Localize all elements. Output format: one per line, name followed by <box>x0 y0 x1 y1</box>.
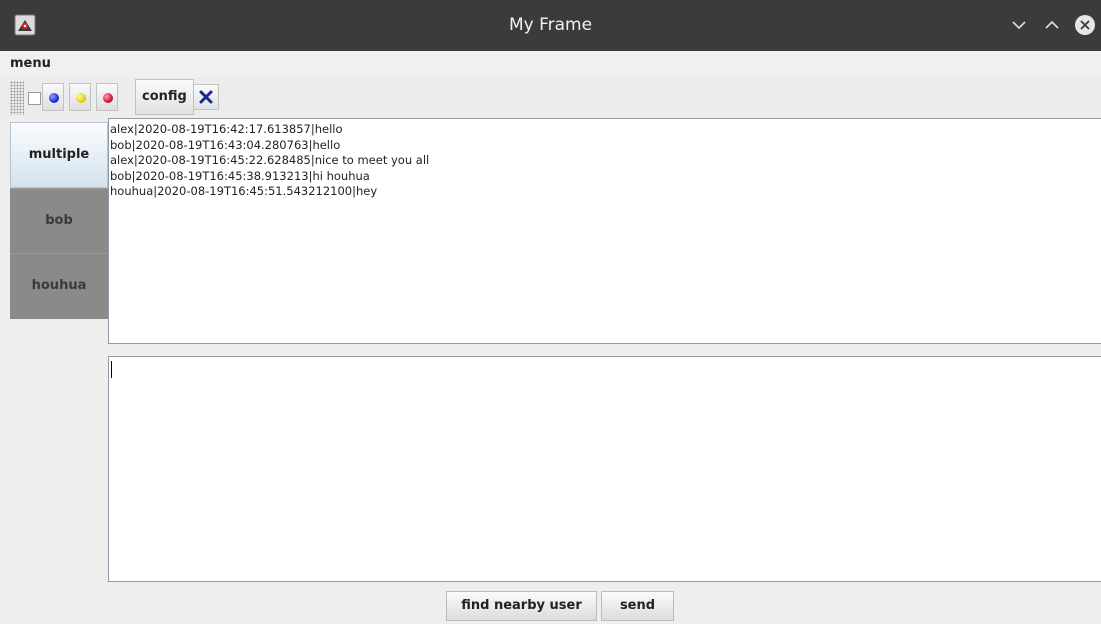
blue-ball-icon <box>49 93 59 103</box>
yellow-ball-button[interactable] <box>69 83 91 111</box>
app-window: My Frame menu config multiple bob houhua… <box>0 0 1101 624</box>
message-input[interactable] <box>108 356 1101 582</box>
tab-houhua[interactable]: houhua <box>10 253 108 319</box>
user-tab-list: multiple bob houhua <box>10 122 108 322</box>
red-ball-button[interactable] <box>96 83 118 111</box>
find-nearby-user-button[interactable]: find nearby user <box>446 591 597 621</box>
message-line: bob|2020-08-19T16:45:38.913213|hi houhua <box>110 168 370 183</box>
text-caret <box>111 361 112 378</box>
toolbar: config <box>0 77 1101 117</box>
message-line: bob|2020-08-19T16:43:04.280763|hello <box>110 137 341 152</box>
chevron-up-icon[interactable] <box>1041 14 1063 36</box>
config-button[interactable]: config <box>135 79 194 115</box>
close-tab-button[interactable] <box>193 84 219 110</box>
message-history[interactable]: alex|2020-08-19T16:42:17.613857|hello bo… <box>108 118 1101 344</box>
title-bar[interactable]: My Frame <box>0 0 1101 51</box>
message-line: alex|2020-08-19T16:42:17.613857|hello <box>110 122 343 136</box>
menu-bar: menu <box>0 51 1101 77</box>
toolbar-grip-handle[interactable] <box>10 81 24 115</box>
close-circle-icon[interactable] <box>1074 14 1096 36</box>
tab-multiple[interactable]: multiple <box>10 122 108 188</box>
x-icon <box>199 90 213 104</box>
red-ball-icon <box>103 93 113 103</box>
chevron-down-icon[interactable] <box>1008 14 1030 36</box>
window-title: My Frame <box>508 15 593 35</box>
message-line: alex|2020-08-19T16:45:22.628485|nice to … <box>110 153 430 167</box>
menu-item-menu[interactable]: menu <box>10 56 51 71</box>
message-line: houhua|2020-08-19T16:45:51.543212100|hey <box>110 184 378 198</box>
tab-bob[interactable]: bob <box>10 188 108 254</box>
yellow-ball-icon <box>76 93 86 103</box>
toolbar-checkbox[interactable] <box>28 92 41 105</box>
send-button[interactable]: send <box>601 591 674 621</box>
blue-ball-button[interactable] <box>42 83 64 111</box>
